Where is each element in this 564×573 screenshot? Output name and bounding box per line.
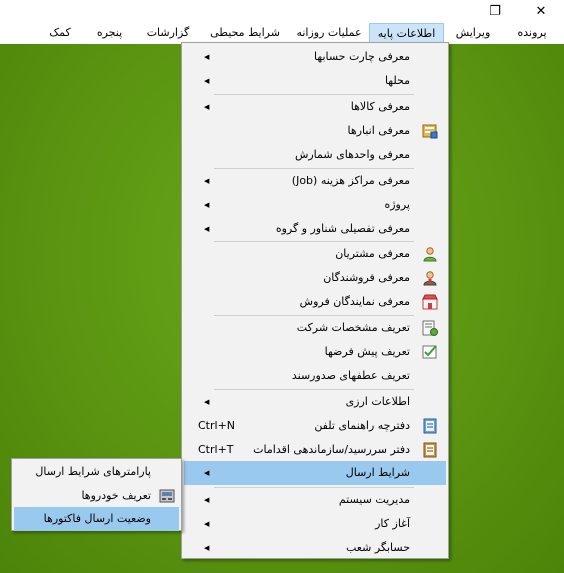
menu-item-invoice-shipping-status[interactable]: وضعیت ارسال فاکتورها	[14, 507, 179, 531]
submenu-arrow-icon: ◀	[204, 520, 210, 528]
shortcut-label: Ctrl+T	[198, 443, 234, 456]
seller-icon	[423, 271, 437, 286]
menu-item-project[interactable]: ◀ پروژه	[184, 193, 446, 217]
close-icon[interactable]: ✕	[518, 0, 564, 22]
menu-reports[interactable]: گزارشات	[135, 23, 201, 44]
submenu-arrow-icon: ◀	[204, 544, 210, 552]
menu-item-customers[interactable]: معرفی مشتریان	[184, 242, 446, 266]
menu-item-cost-centers[interactable]: ◀ معرفی مراکز هزینه (Job)	[184, 169, 446, 193]
menu-help[interactable]: کمک	[36, 23, 84, 44]
menu-file[interactable]: پرونده	[502, 23, 562, 44]
menu-item-shipping-parameters[interactable]: پارامترهای شرایط ارسال	[14, 460, 179, 484]
menu-item-warehouses[interactable]: معرفی انبارها	[184, 119, 446, 143]
menu-item-currency-info[interactable]: ◀ اطلاعات ارزی	[184, 390, 446, 414]
menu-item-label: تعریف مشخصات شرکت	[296, 321, 410, 334]
submenu-arrow-icon: ◀	[204, 496, 210, 504]
menu-item-label: معرفی کالاها	[350, 100, 410, 113]
menu-base-info[interactable]: اطلاعات پایه	[369, 23, 444, 44]
submenu-arrow-icon: ◀	[204, 469, 210, 477]
organizer-icon	[423, 442, 437, 458]
menu-item-label: محلها	[384, 74, 410, 87]
shipping-conditions-submenu: پارامترهای شرایط ارسال تعریف خودروها وضع…	[11, 458, 182, 531]
base-info-dropdown: ◀ معرفی چارت حسابها ◀ محلها ◀ معرفی کالا…	[181, 42, 449, 559]
menu-item-sales-reps[interactable]: معرفی نمایندگان فروش	[184, 290, 446, 314]
menu-item-label: حسابگر شعب	[346, 541, 410, 554]
menu-item-label: وضعیت ارسال فاکتورها	[43, 512, 151, 525]
menu-item-label: معرفی مشتریان	[335, 247, 410, 260]
warehouse-icon	[422, 124, 438, 139]
menu-daily-operations[interactable]: عملیات روزانه	[289, 23, 369, 44]
menu-item-label: معرفی مراکز هزینه (Job)	[291, 174, 410, 187]
menu-item-label: دفتر سررسید/سازماندهی اقدامات	[253, 443, 410, 456]
menu-item-start-work[interactable]: ◀ آغاز کار	[184, 512, 446, 536]
menu-item-chart-of-accounts[interactable]: ◀ معرفی چارت حسابها	[184, 45, 446, 69]
company-icon	[422, 320, 438, 336]
menu-item-label: اطلاعات ارزی	[345, 395, 410, 408]
menu-item-label: معرفی نمایندگان فروش	[299, 295, 410, 308]
submenu-arrow-icon: ◀	[204, 177, 210, 185]
menu-item-label: تعریف خودروها	[81, 489, 151, 502]
menu-item-products[interactable]: ◀ معرفی کالاها	[184, 95, 446, 119]
menu-item-define-vehicles[interactable]: تعریف خودروها	[14, 484, 179, 508]
menu-environment-settings[interactable]: شرایط محیطی	[201, 23, 289, 44]
menu-item-floating-detail[interactable]: ◀ معرفی تفصیلی شناور و گروه	[184, 217, 446, 241]
menu-item-label: معرفی فروشندگان	[323, 271, 410, 284]
menu-item-organizer[interactable]: Ctrl+T دفتر سررسید/سازماندهی اقدامات	[184, 438, 446, 462]
menu-item-label: معرفی واحدهای شمارش	[294, 148, 410, 161]
submenu-arrow-icon: ◀	[204, 77, 210, 85]
title-bar: ❐ ✕	[0, 0, 564, 22]
customer-icon	[423, 247, 437, 262]
menu-item-phonebook[interactable]: Ctrl+N دفترچه راهنمای تلفن	[184, 414, 446, 438]
menu-item-label: معرفی چارت حسابها	[314, 50, 410, 63]
vehicle-icon	[159, 489, 175, 503]
menu-item-voucher-references[interactable]: تعریف عطفهای صدورسند	[184, 364, 446, 388]
menu-item-label: دفترچه راهنمای تلفن	[314, 419, 410, 432]
submenu-arrow-icon: ◀	[204, 201, 210, 209]
menu-item-label: مدیریت سیستم	[338, 493, 410, 506]
menu-item-defaults[interactable]: تعریف پیش فرضها	[184, 340, 446, 364]
submenu-arrow-icon: ◀	[204, 103, 210, 111]
menu-item-branch-accounting[interactable]: ◀ حسابگر شعب	[184, 536, 446, 560]
submenu-arrow-icon: ◀	[204, 53, 210, 61]
phonebook-icon	[423, 418, 437, 434]
menu-item-sellers[interactable]: معرفی فروشندگان	[184, 266, 446, 290]
restore-icon[interactable]: ❐	[472, 0, 518, 22]
menu-item-label: معرفی تفصیلی شناور و گروه	[275, 222, 410, 235]
menu-item-label: پروژه	[384, 198, 410, 211]
submenu-arrow-icon: ◀	[204, 225, 210, 233]
menu-edit[interactable]: ویرایش	[444, 23, 502, 44]
menu-window[interactable]: پنجره	[84, 23, 135, 44]
menu-bar: پرونده ویرایش اطلاعات پایه عملیات روزانه…	[0, 22, 564, 44]
menu-item-locations[interactable]: ◀ محلها	[184, 69, 446, 93]
menu-item-label: تعریف عطفهای صدورسند	[291, 369, 410, 382]
menu-item-label: پارامترهای شرایط ارسال	[35, 465, 151, 478]
submenu-arrow-icon: ◀	[204, 398, 210, 406]
menu-item-shipping-conditions[interactable]: ◀ شرایط ارسال	[184, 461, 446, 485]
sales-rep-icon	[422, 294, 438, 310]
menu-item-system-management[interactable]: ◀ مدیریت سیستم	[184, 488, 446, 512]
menu-item-label: تعریف پیش فرضها	[324, 345, 410, 358]
menu-item-company-profile[interactable]: تعریف مشخصات شرکت	[184, 316, 446, 340]
menu-item-units[interactable]: معرفی واحدهای شمارش	[184, 143, 446, 167]
defaults-icon	[422, 345, 437, 359]
menu-item-label: آغاز کار	[375, 517, 410, 530]
menu-item-label: شرایط ارسال	[345, 466, 410, 479]
menu-item-label: معرفی انبارها	[347, 124, 410, 137]
shortcut-label: Ctrl+N	[198, 419, 236, 432]
